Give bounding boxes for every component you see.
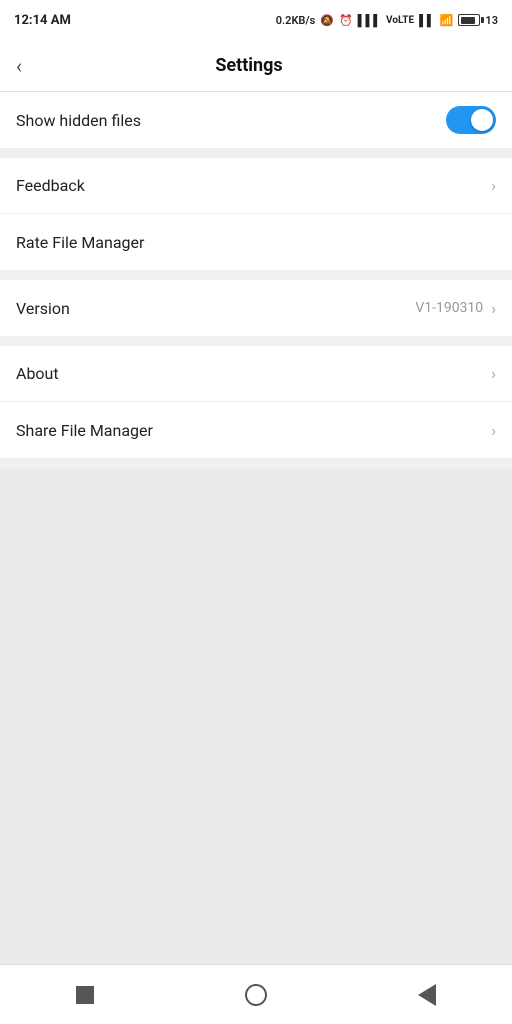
lte-icon: VoLTE [386, 15, 414, 26]
empty-area [0, 468, 512, 964]
status-right: 0.2KB/s 🔕 ⏰ ▌▌▌ VoLTE ▌▌ 📶 13 [276, 14, 498, 27]
version-value: V1-190310 [415, 300, 483, 316]
feedback-item[interactable]: Feedback › [0, 158, 512, 214]
recent-apps-icon [76, 986, 94, 1004]
status-network: 0.2KB/s [276, 14, 316, 27]
share-file-manager-label: Share File Manager [16, 421, 153, 440]
show-hidden-files-item[interactable]: Show hidden files [0, 92, 512, 148]
toggle-thumb [471, 109, 493, 131]
status-bar: 12:14 AM 0.2KB/s 🔕 ⏰ ▌▌▌ VoLTE ▌▌ 📶 13 [0, 0, 512, 40]
home-icon [245, 984, 267, 1006]
show-hidden-files-toggle[interactable] [446, 106, 496, 134]
toggle-track [446, 106, 496, 134]
show-hidden-files-label: Show hidden files [16, 111, 141, 130]
battery-indicator [458, 14, 480, 26]
back-icon [418, 984, 436, 1006]
page-title: Settings [32, 55, 466, 76]
about-chevron: › [491, 364, 496, 383]
version-chevron: › [491, 299, 496, 318]
header: ‹ Settings [0, 40, 512, 92]
settings-section-4: About › Share File Manager › [0, 346, 512, 458]
share-file-manager-item[interactable]: Share File Manager › [0, 402, 512, 458]
back-button[interactable]: ‹ [16, 56, 22, 76]
share-file-manager-right: › [491, 421, 496, 440]
wifi-icon: 📶 [440, 14, 454, 27]
home-button[interactable] [231, 975, 281, 1015]
version-item[interactable]: Version V1-190310 › [0, 280, 512, 336]
feedback-label: Feedback [16, 176, 85, 195]
settings-section-3: Version V1-190310 › [0, 280, 512, 336]
settings-section-1: Show hidden files [0, 92, 512, 148]
bottom-nav [0, 964, 512, 1024]
rate-file-manager-label: Rate File Manager [16, 233, 144, 252]
signal2-icon: ▌▌ [419, 14, 435, 27]
mute-icon: 🔕 [320, 14, 334, 27]
version-right: V1-190310 › [415, 299, 496, 318]
signal-icon: ▌▌▌ [358, 14, 381, 27]
alarm-icon: ⏰ [339, 14, 353, 27]
feedback-right: › [491, 176, 496, 195]
version-label: Version [16, 299, 70, 318]
about-item[interactable]: About › [0, 346, 512, 402]
feedback-chevron: › [491, 176, 496, 195]
recent-apps-button[interactable] [60, 975, 110, 1015]
battery-level: 13 [485, 14, 498, 27]
back-nav-button[interactable] [402, 975, 452, 1015]
about-right: › [491, 364, 496, 383]
rate-file-manager-item[interactable]: Rate File Manager [0, 214, 512, 270]
settings-section-2: Feedback › Rate File Manager [0, 158, 512, 270]
status-time: 12:14 AM [14, 13, 71, 28]
share-file-manager-chevron: › [491, 421, 496, 440]
about-label: About [16, 364, 59, 383]
